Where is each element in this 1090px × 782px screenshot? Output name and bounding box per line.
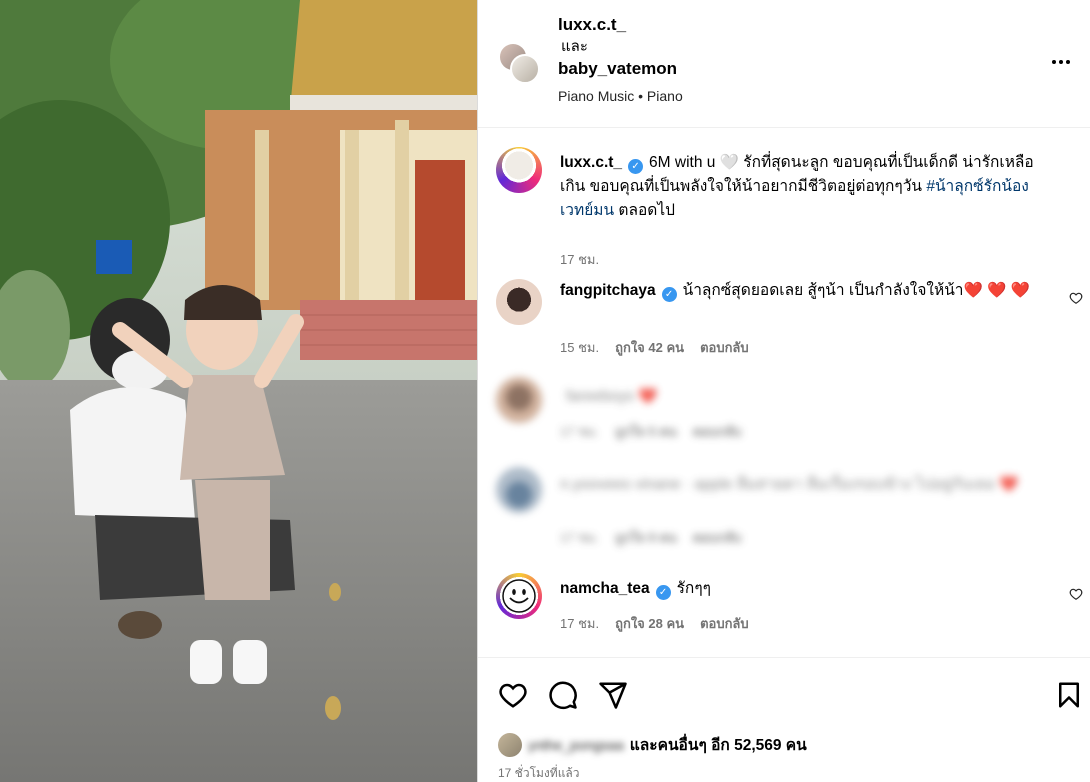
post-photo [0, 0, 477, 782]
dot-icon [1052, 60, 1056, 64]
author-username[interactable]: luxx.c.t_ [558, 14, 683, 36]
comment-text: น้าลุกซ์สุดยอดเลย สู้ๆน้า เป็นกำลังใจให้… [682, 282, 1031, 299]
avatar[interactable] [496, 147, 542, 193]
heart-outline-icon[interactable] [1069, 587, 1083, 601]
coauthor-username[interactable]: baby_vatemon [558, 58, 683, 80]
collab-avatars[interactable] [498, 42, 542, 86]
reply-button[interactable]: ตอบกลับ [693, 527, 742, 548]
liker-name-blurred: ynthe_pongsaa [528, 736, 624, 753]
avatar[interactable] [496, 573, 542, 619]
heart-outline-icon[interactable] [1069, 291, 1083, 305]
verified-badge-icon: ✓ [655, 585, 671, 600]
comments-list[interactable]: luxx.c.t_ ✓ 6M with u 🤍 รักที่สุดนะลูก ขอบ… [478, 129, 1090, 657]
verified-badge-icon: ✓ [628, 159, 644, 174]
reply-button[interactable]: ตอบกลับ [693, 421, 742, 442]
comment-time[interactable]: 17 ชม. [560, 421, 599, 442]
reply-button[interactable]: ตอบกลับ [700, 613, 749, 634]
comment-meta: 15 ชม. ถูกใจ 42 คน ตอบกลับ [560, 337, 749, 358]
comment-likes[interactable]: ถูกใจ 28 คน [615, 613, 684, 634]
like-heart-icon[interactable] [498, 680, 528, 710]
post-header: luxx.c.t_ และ baby_vatemon Piano Music •… [478, 0, 1090, 128]
comment-username[interactable]: namcha_tea [560, 580, 650, 597]
comment-time[interactable]: 17 ชม. [560, 613, 599, 634]
comment-meta: 17 ชม. ถูกใจ 9 คน ตอบกลับ [560, 527, 741, 548]
audio-link[interactable]: Piano Music • Piano [558, 88, 683, 104]
comment-time[interactable]: 17 ชม. [560, 527, 599, 548]
verified-badge-icon: ✓ [661, 287, 677, 302]
caption-meta: 17 ชม. [560, 249, 599, 270]
caption-time[interactable]: 17 ชม. [560, 249, 599, 270]
post-timestamp[interactable]: 17 ชั่วโมงที่แล้ว [498, 764, 580, 782]
caption-tail: ตลอดไป [614, 202, 676, 219]
post-media[interactable] [0, 0, 477, 782]
comment-likes[interactable]: ถูกใจ 42 คน [615, 337, 684, 358]
dot-icon [1066, 60, 1070, 64]
avatar[interactable] [498, 732, 522, 757]
comment-time[interactable]: 15 ชม. [560, 337, 599, 358]
post-side-panel: luxx.c.t_ และ baby_vatemon Piano Music •… [477, 0, 1090, 782]
avatar[interactable] [496, 279, 542, 325]
avatar[interactable] [496, 377, 542, 423]
comment-meta: 17 ชม. ถูกใจ 5 คน ตอบกลับ [560, 421, 741, 442]
comment-text: รักๆๆ [676, 580, 711, 597]
likes-summary[interactable]: ynthe_pongsaa และคนอื่นๆ อีก 52,569 คน [498, 732, 807, 757]
comment-likes[interactable]: ถูกใจ 5 คน [615, 421, 677, 442]
dot-icon [1059, 60, 1063, 64]
avatar[interactable] [496, 467, 542, 513]
caption-username[interactable]: luxx.c.t_ [560, 154, 622, 171]
more-options-button[interactable] [1049, 52, 1073, 72]
comment-text: ❤️ [638, 388, 658, 405]
avatar[interactable] [510, 54, 540, 84]
and-label: และ [561, 38, 588, 55]
reply-button[interactable]: ตอบกลับ [700, 337, 749, 358]
smiley-icon [502, 579, 536, 613]
post-actions: ynthe_pongsaa และคนอื่นๆ อีก 52,569 คน 1… [478, 657, 1090, 782]
comment-likes[interactable]: ถูกใจ 9 คน [615, 527, 677, 548]
comment-text: ❤️ [999, 476, 1019, 493]
comment-meta: 17 ชม. ถูกใจ 28 คน ตอบกลับ [560, 613, 749, 634]
likes-count[interactable]: และคนอื่นๆ อีก 52,569 คน [630, 732, 807, 757]
comment-username[interactable]: fangpitchaya [560, 282, 656, 299]
comment-bubble-icon[interactable] [548, 680, 578, 710]
bookmark-icon[interactable] [1054, 680, 1084, 710]
collab-names: luxx.c.t_ และ baby_vatemon Piano Music •… [558, 14, 683, 104]
share-paper-plane-icon[interactable] [598, 680, 628, 710]
